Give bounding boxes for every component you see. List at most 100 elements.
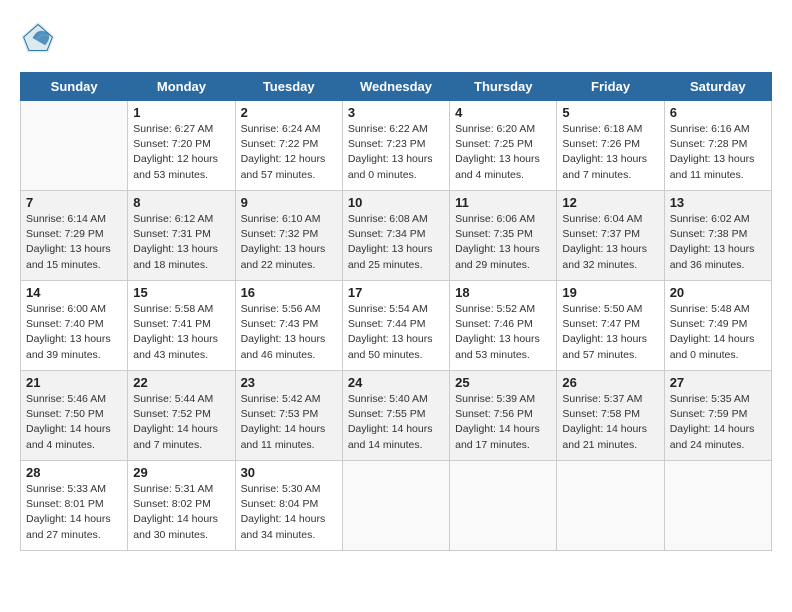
day-number: 22 <box>133 375 229 390</box>
day-info: Sunrise: 5:31 AM Sunset: 8:02 PM Dayligh… <box>133 482 229 543</box>
day-number: 7 <box>26 195 122 210</box>
calendar-cell: 25 Sunrise: 5:39 AM Sunset: 7:56 PM Dayli… <box>450 371 557 461</box>
week-row-3: 14 Sunrise: 6:00 AM Sunset: 7:40 PM Dayli… <box>21 281 772 371</box>
day-info: Sunrise: 6:06 AM Sunset: 7:35 PM Dayligh… <box>455 212 551 273</box>
day-number: 4 <box>455 105 551 120</box>
day-info: Sunrise: 5:39 AM Sunset: 7:56 PM Dayligh… <box>455 392 551 453</box>
calendar-cell: 15 Sunrise: 5:58 AM Sunset: 7:41 PM Dayli… <box>128 281 235 371</box>
week-row-4: 21 Sunrise: 5:46 AM Sunset: 7:50 PM Dayli… <box>21 371 772 461</box>
day-number: 12 <box>562 195 658 210</box>
calendar-cell: 29 Sunrise: 5:31 AM Sunset: 8:02 PM Dayli… <box>128 461 235 551</box>
day-info: Sunrise: 6:08 AM Sunset: 7:34 PM Dayligh… <box>348 212 444 273</box>
day-number: 27 <box>670 375 766 390</box>
week-row-5: 28 Sunrise: 5:33 AM Sunset: 8:01 PM Dayli… <box>21 461 772 551</box>
day-info: Sunrise: 6:02 AM Sunset: 7:38 PM Dayligh… <box>670 212 766 273</box>
calendar-cell: 23 Sunrise: 5:42 AM Sunset: 7:53 PM Dayli… <box>235 371 342 461</box>
day-info: Sunrise: 6:22 AM Sunset: 7:23 PM Dayligh… <box>348 122 444 183</box>
calendar-cell: 16Sunrise: 5:56 AM Sunset: 7:43 PM Dayli… <box>235 281 342 371</box>
day-number: 9 <box>241 195 337 210</box>
day-info: Sunrise: 6:20 AM Sunset: 7:25 PM Dayligh… <box>455 122 551 183</box>
day-header-tuesday: Tuesday <box>235 73 342 101</box>
calendar-cell <box>664 461 771 551</box>
day-info: Sunrise: 5:50 AM Sunset: 7:47 PM Dayligh… <box>562 302 658 363</box>
calendar-table: SundayMondayTuesdayWednesdayThursdayFrid… <box>20 72 772 551</box>
day-number: 2 <box>241 105 337 120</box>
day-number: 23 <box>241 375 337 390</box>
calendar-cell: 7Sunrise: 6:14 AM Sunset: 7:29 PM Daylig… <box>21 191 128 281</box>
week-row-2: 7Sunrise: 6:14 AM Sunset: 7:29 PM Daylig… <box>21 191 772 281</box>
day-header-wednesday: Wednesday <box>342 73 449 101</box>
calendar-cell: 10 Sunrise: 6:08 AM Sunset: 7:34 PM Dayli… <box>342 191 449 281</box>
day-number: 29 <box>133 465 229 480</box>
day-header-saturday: Saturday <box>664 73 771 101</box>
day-number: 25 <box>455 375 551 390</box>
day-number: 8 <box>133 195 229 210</box>
calendar-cell: 9Sunrise: 6:10 AM Sunset: 7:32 PM Daylig… <box>235 191 342 281</box>
day-info: Sunrise: 5:30 AM Sunset: 8:04 PM Dayligh… <box>241 482 337 543</box>
page-header <box>20 20 772 56</box>
day-info: Sunrise: 6:12 AM Sunset: 7:31 PM Dayligh… <box>133 212 229 273</box>
day-number: 3 <box>348 105 444 120</box>
calendar-cell: 6 Sunrise: 6:16 AM Sunset: 7:28 PM Daylig… <box>664 101 771 191</box>
day-info: Sunrise: 6:16 AM Sunset: 7:28 PM Dayligh… <box>670 122 766 183</box>
calendar-cell: 13 Sunrise: 6:02 AM Sunset: 7:38 PM Dayli… <box>664 191 771 281</box>
day-info: Sunrise: 5:35 AM Sunset: 7:59 PM Dayligh… <box>670 392 766 453</box>
day-header-thursday: Thursday <box>450 73 557 101</box>
day-info: Sunrise: 6:00 AM Sunset: 7:40 PM Dayligh… <box>26 302 122 363</box>
day-info: Sunrise: 5:58 AM Sunset: 7:41 PM Dayligh… <box>133 302 229 363</box>
day-info: Sunrise: 5:44 AM Sunset: 7:52 PM Dayligh… <box>133 392 229 453</box>
day-number: 19 <box>562 285 658 300</box>
day-info: Sunrise: 5:33 AM Sunset: 8:01 PM Dayligh… <box>26 482 122 543</box>
day-info: Sunrise: 5:37 AM Sunset: 7:58 PM Dayligh… <box>562 392 658 453</box>
calendar-cell: 27 Sunrise: 5:35 AM Sunset: 7:59 PM Dayli… <box>664 371 771 461</box>
calendar-cell: 8 Sunrise: 6:12 AM Sunset: 7:31 PM Daylig… <box>128 191 235 281</box>
day-number: 16 <box>241 285 337 300</box>
calendar-cell: 5Sunrise: 6:18 AM Sunset: 7:26 PM Daylig… <box>557 101 664 191</box>
day-number: 10 <box>348 195 444 210</box>
calendar-cell: 30 Sunrise: 5:30 AM Sunset: 8:04 PM Dayli… <box>235 461 342 551</box>
day-number: 24 <box>348 375 444 390</box>
day-number: 28 <box>26 465 122 480</box>
day-info: Sunrise: 5:40 AM Sunset: 7:55 PM Dayligh… <box>348 392 444 453</box>
day-header-monday: Monday <box>128 73 235 101</box>
day-info: Sunrise: 5:54 AM Sunset: 7:44 PM Dayligh… <box>348 302 444 363</box>
calendar-cell: 17 Sunrise: 5:54 AM Sunset: 7:44 PM Dayli… <box>342 281 449 371</box>
calendar-cell: 4 Sunrise: 6:20 AM Sunset: 7:25 PM Daylig… <box>450 101 557 191</box>
day-header-sunday: Sunday <box>21 73 128 101</box>
calendar-cell: 20Sunrise: 5:48 AM Sunset: 7:49 PM Dayli… <box>664 281 771 371</box>
day-number: 21 <box>26 375 122 390</box>
calendar-cell: 24 Sunrise: 5:40 AM Sunset: 7:55 PM Dayli… <box>342 371 449 461</box>
week-row-1: 1Sunrise: 6:27 AM Sunset: 7:20 PM Daylig… <box>21 101 772 191</box>
calendar-cell: 28 Sunrise: 5:33 AM Sunset: 8:01 PM Dayli… <box>21 461 128 551</box>
day-info: Sunrise: 6:24 AM Sunset: 7:22 PM Dayligh… <box>241 122 337 183</box>
calendar-cell: 1Sunrise: 6:27 AM Sunset: 7:20 PM Daylig… <box>128 101 235 191</box>
calendar-cell <box>342 461 449 551</box>
day-info: Sunrise: 5:48 AM Sunset: 7:49 PM Dayligh… <box>670 302 766 363</box>
day-number: 15 <box>133 285 229 300</box>
day-header-friday: Friday <box>557 73 664 101</box>
day-number: 30 <box>241 465 337 480</box>
calendar-cell <box>450 461 557 551</box>
day-info: Sunrise: 6:04 AM Sunset: 7:37 PM Dayligh… <box>562 212 658 273</box>
day-info: Sunrise: 5:46 AM Sunset: 7:50 PM Dayligh… <box>26 392 122 453</box>
calendar-cell: 14 Sunrise: 6:00 AM Sunset: 7:40 PM Dayli… <box>21 281 128 371</box>
day-info: Sunrise: 5:52 AM Sunset: 7:46 PM Dayligh… <box>455 302 551 363</box>
calendar-cell: 26Sunrise: 5:37 AM Sunset: 7:58 PM Dayli… <box>557 371 664 461</box>
day-number: 13 <box>670 195 766 210</box>
calendar-cell: 21 Sunrise: 5:46 AM Sunset: 7:50 PM Dayli… <box>21 371 128 461</box>
day-header-row: SundayMondayTuesdayWednesdayThursdayFrid… <box>21 73 772 101</box>
logo-icon <box>20 20 56 56</box>
calendar-cell: 18Sunrise: 5:52 AM Sunset: 7:46 PM Dayli… <box>450 281 557 371</box>
calendar-cell <box>21 101 128 191</box>
day-number: 6 <box>670 105 766 120</box>
day-number: 17 <box>348 285 444 300</box>
calendar-cell: 12 Sunrise: 6:04 AM Sunset: 7:37 PM Dayli… <box>557 191 664 281</box>
calendar-cell: 2 Sunrise: 6:24 AM Sunset: 7:22 PM Daylig… <box>235 101 342 191</box>
day-number: 11 <box>455 195 551 210</box>
day-info: Sunrise: 5:42 AM Sunset: 7:53 PM Dayligh… <box>241 392 337 453</box>
day-number: 5 <box>562 105 658 120</box>
day-number: 14 <box>26 285 122 300</box>
calendar-cell: 11 Sunrise: 6:06 AM Sunset: 7:35 PM Dayli… <box>450 191 557 281</box>
day-number: 1 <box>133 105 229 120</box>
calendar-cell: 3 Sunrise: 6:22 AM Sunset: 7:23 PM Daylig… <box>342 101 449 191</box>
